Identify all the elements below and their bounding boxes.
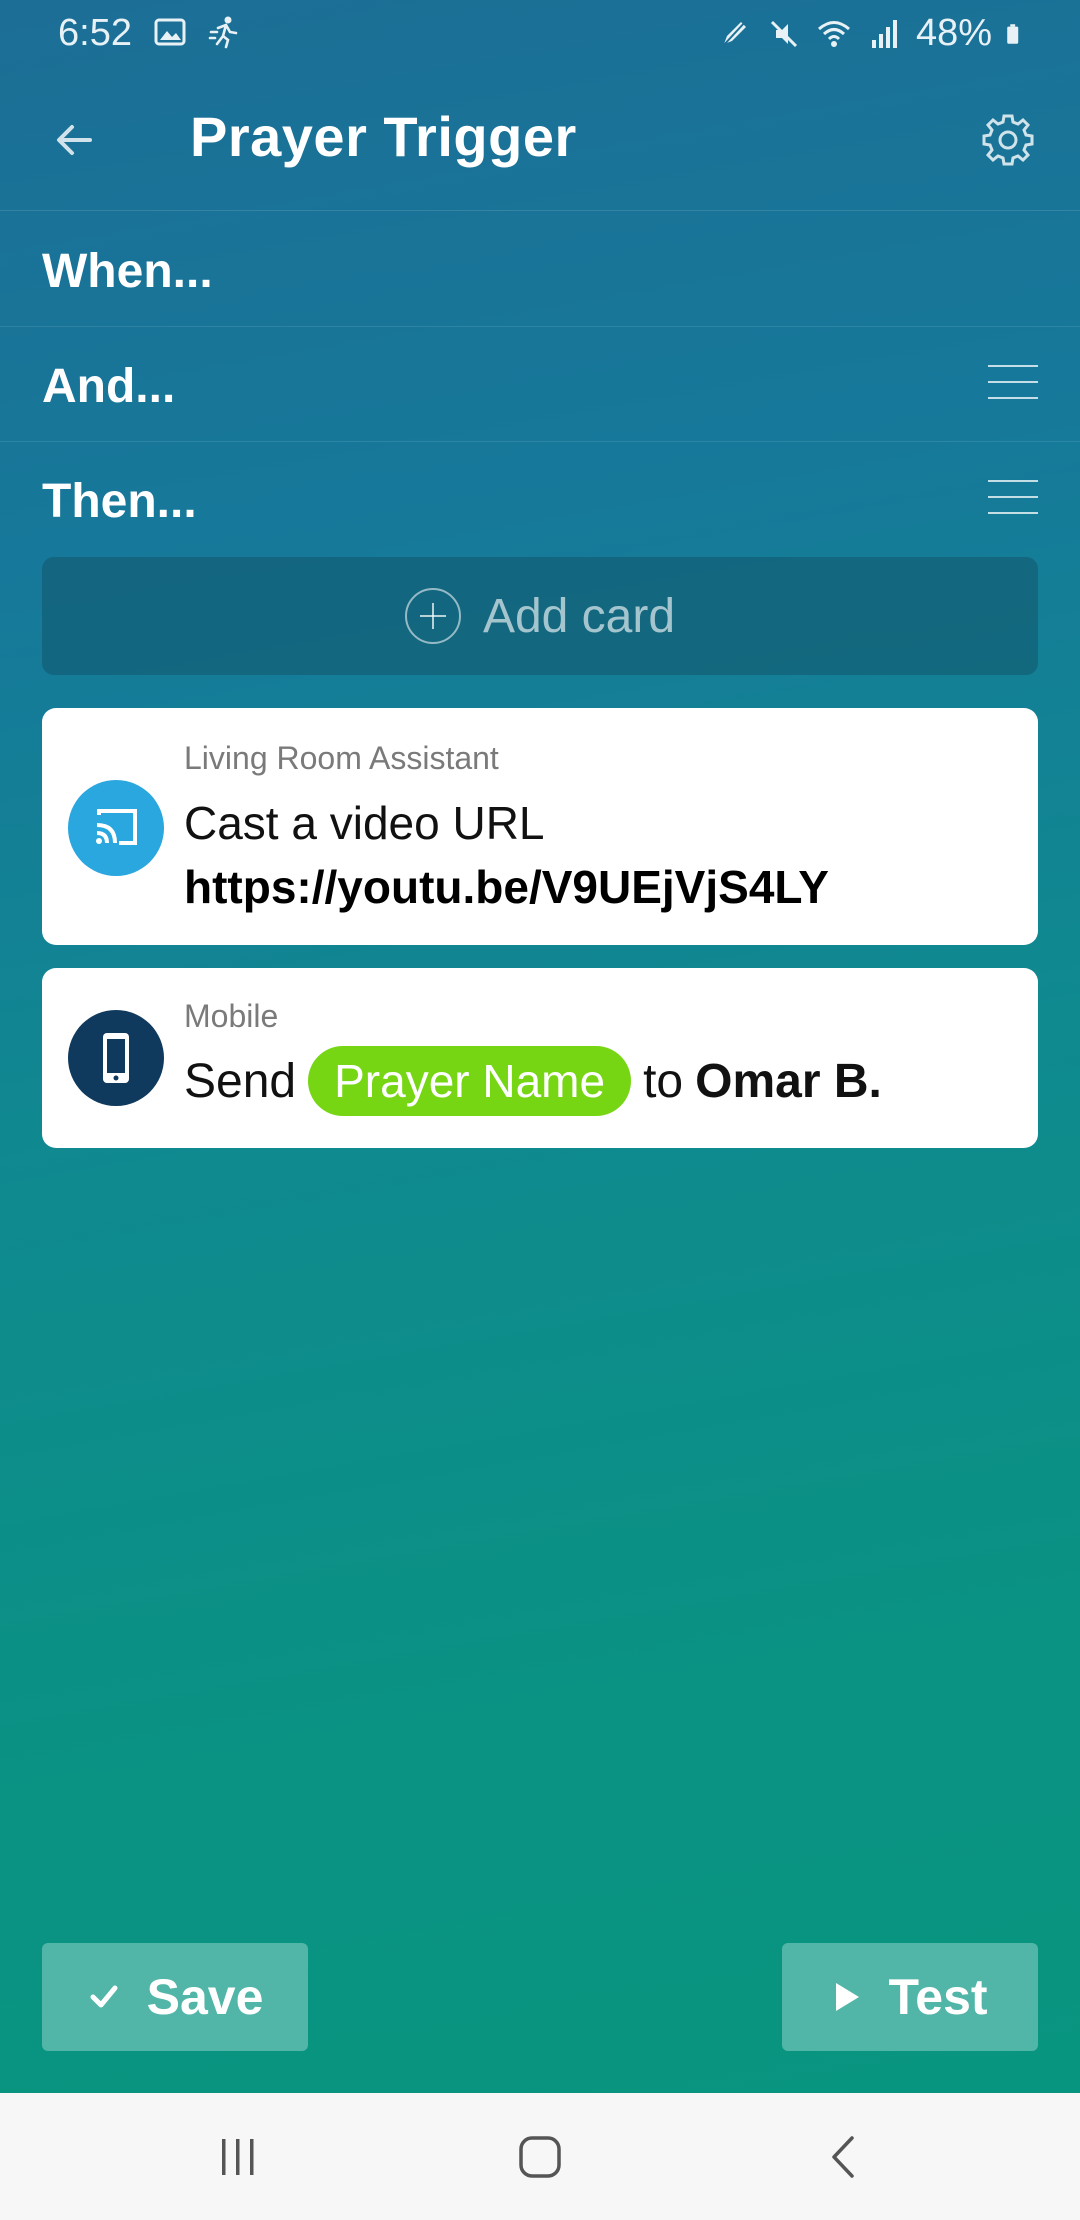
cast-icon <box>96 809 137 845</box>
back-icon <box>832 2136 854 2178</box>
add-card-label: Add card <box>482 589 676 643</box>
test-button[interactable]: Test <box>782 1943 1038 2051</box>
recipient-name: Omar B. <box>695 1054 882 1108</box>
and-section[interactable]: And... <box>0 327 1080 442</box>
cast-icon-badge <box>68 780 164 876</box>
action-card-send[interactable]: Mobile Send Prayer Name to Omar B. <box>42 968 1038 1148</box>
card-device-label: Living Room Assistant <box>184 740 499 776</box>
then-menu-icon[interactable] <box>988 480 1038 518</box>
then-label: Then... <box>42 475 197 528</box>
home-button[interactable] <box>510 2129 570 2185</box>
play-icon <box>836 1983 860 2011</box>
card-action-label: Cast a video URL <box>184 797 545 849</box>
card-device-label: Mobile <box>184 998 279 1034</box>
running-icon <box>208 16 238 49</box>
recent-apps-button[interactable] <box>208 2129 268 2185</box>
back-button[interactable] <box>44 110 104 170</box>
status-time: 6:52 <box>58 12 132 54</box>
gear-icon <box>982 114 1034 166</box>
checkmark-icon <box>90 1985 118 2008</box>
phone-icon <box>103 1033 129 1083</box>
and-label: And... <box>42 360 176 413</box>
then-section[interactable]: Then... <box>0 442 1080 556</box>
settings-button[interactable] <box>976 108 1040 172</box>
app-bar: Prayer Trigger <box>0 70 1080 211</box>
send-connector: to <box>643 1054 684 1108</box>
action-card-cast[interactable]: Living Room Assistant Cast a video URL h… <box>42 708 1038 945</box>
send-prefix: Send <box>184 1054 297 1108</box>
signal-icon <box>871 19 897 48</box>
prayer-name-pill[interactable]: Prayer Name <box>308 1046 632 1116</box>
add-card-button[interactable]: Add card <box>42 557 1038 675</box>
when-section[interactable]: When... <box>0 212 1080 327</box>
test-label: Test <box>888 1969 988 2025</box>
card-send-line: Send Prayer Name to Omar B. <box>184 1046 882 1116</box>
phone-icon-badge <box>68 1010 164 1106</box>
mute-icon <box>770 20 797 47</box>
card-url-value: https://youtu.be/V9UEjVjS4LY <box>184 861 829 913</box>
nav-back-button[interactable] <box>814 2129 874 2185</box>
pen-icon <box>721 19 747 48</box>
wifi-icon <box>817 20 850 47</box>
battery-percent: 48% <box>915 12 992 54</box>
plus-circle-icon <box>404 588 461 644</box>
back-arrow-icon <box>57 125 92 155</box>
status-bar: 6:52 48% <box>0 0 1080 68</box>
image-icon <box>154 18 186 46</box>
battery-icon <box>1007 23 1019 44</box>
save-label: Save <box>146 1969 264 2025</box>
when-label: When... <box>42 245 213 298</box>
recent-apps-icon <box>222 2139 254 2175</box>
home-icon <box>519 2136 561 2178</box>
system-nav-bar <box>0 2093 1080 2220</box>
save-button[interactable]: Save <box>42 1943 308 2051</box>
page-title: Prayer Trigger <box>190 105 577 168</box>
and-menu-icon[interactable] <box>988 365 1038 403</box>
